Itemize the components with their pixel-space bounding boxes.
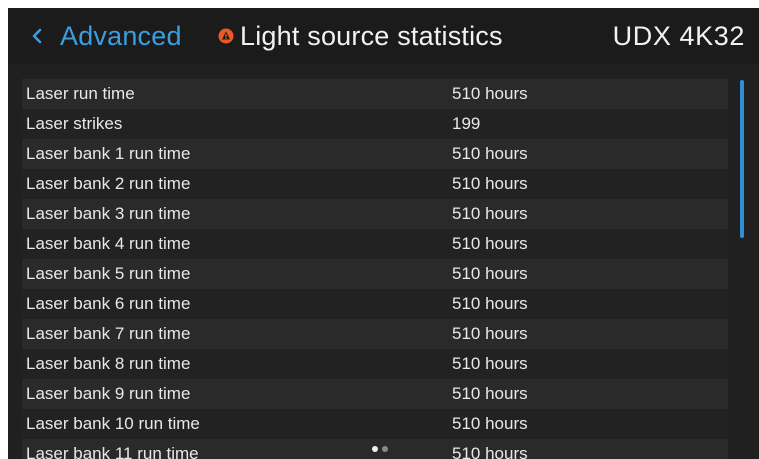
device-model-name: UDX 4K32 — [612, 20, 745, 51]
stat-label: Laser bank 1 run time — [26, 144, 191, 163]
stat-value: 510 hours — [452, 84, 528, 103]
stat-label: Laser bank 11 run time — [26, 444, 199, 459]
stat-value: 510 hours — [452, 234, 528, 253]
stat-value: 510 hours — [452, 204, 528, 223]
stat-row: Laser bank 5 run time 510 hours — [22, 259, 728, 289]
stat-row: Laser run time 510 hours — [22, 79, 728, 109]
stat-label: Laser bank 10 run time — [26, 414, 200, 433]
stat-value: 510 hours — [452, 264, 528, 283]
page-indicator — [372, 446, 388, 452]
stat-value: 510 hours — [452, 384, 528, 403]
stat-row: Laser strikes 199 — [22, 109, 728, 139]
stat-value: 510 hours — [452, 294, 528, 313]
header-bar: Advanced Light source statistics UDX 4K3… — [8, 8, 759, 64]
stat-label: Laser bank 9 run time — [26, 384, 191, 403]
stat-row: Laser bank 8 run time 510 hours — [22, 349, 728, 379]
page-title: Light source statistics — [240, 20, 503, 51]
title-area: Light source statistics — [216, 16, 503, 56]
chevron-left-icon — [26, 25, 48, 47]
stat-value: 510 hours — [452, 354, 528, 373]
back-button[interactable]: Advanced — [26, 16, 182, 56]
stat-label: Laser bank 4 run time — [26, 234, 191, 253]
stats-list[interactable]: Laser run time 510 hours Laser strikes 199 L… — [22, 79, 728, 459]
scrollbar[interactable] — [740, 80, 744, 238]
stat-label: Laser bank 7 run time — [26, 324, 191, 343]
projector-screen: Advanced Light source statistics UDX 4K3… — [8, 8, 759, 459]
stat-label: Laser bank 3 run time — [26, 204, 191, 223]
stat-label: Laser bank 8 run time — [26, 354, 191, 373]
stat-value: 199 — [452, 114, 481, 133]
stat-value: 510 hours — [452, 324, 528, 343]
stat-row: Laser bank 3 run time 510 hours — [22, 199, 728, 229]
stat-value: 510 hours — [452, 144, 528, 163]
stat-row: Laser bank 10 run time 510 hours — [22, 409, 728, 439]
page-dot[interactable] — [372, 446, 378, 452]
stat-value: 510 hours — [452, 444, 528, 459]
stat-label: Laser bank 6 run time — [26, 294, 191, 313]
stat-row: Laser bank 4 run time 510 hours — [22, 229, 728, 259]
stat-row: Laser bank 1 run time 510 hours — [22, 139, 728, 169]
page-dot[interactable] — [382, 446, 388, 452]
stat-label: Laser bank 2 run time — [26, 174, 191, 193]
stat-label: Laser bank 5 run time — [26, 264, 191, 283]
stat-row: Laser bank 9 run time 510 hours — [22, 379, 728, 409]
back-label: Advanced — [60, 20, 182, 51]
stat-label: Laser strikes — [26, 114, 123, 133]
stat-label: Laser run time — [26, 84, 135, 103]
stat-value: 510 hours — [452, 174, 528, 193]
warning-shield-icon — [216, 26, 236, 46]
stat-value: 510 hours — [452, 414, 528, 433]
stat-row: Laser bank 7 run time 510 hours — [22, 319, 728, 349]
stat-row: Laser bank 2 run time 510 hours — [22, 169, 728, 199]
stat-row: Laser bank 6 run time 510 hours — [22, 289, 728, 319]
